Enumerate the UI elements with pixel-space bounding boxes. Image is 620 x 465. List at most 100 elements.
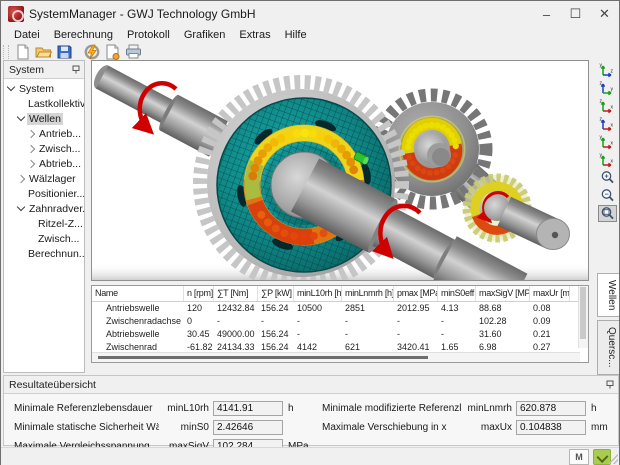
view-top-icon[interactable]: yx xyxy=(598,151,617,168)
column-header-5[interactable]: minLnmrh [h] xyxy=(342,286,394,301)
table-body: Antriebswelle12012432.84156.241050028512… xyxy=(92,302,588,354)
tree-item-wellen[interactable]: Wellen xyxy=(4,111,84,126)
menu-hilfe[interactable]: Hilfe xyxy=(278,29,314,41)
view-back-icon[interactable]: zx xyxy=(598,97,617,114)
tree-item-label: Lastkollektiv xyxy=(26,98,84,110)
table-vertical-scrollbar[interactable] xyxy=(578,286,588,348)
results-panel: Resultateübersicht Minimale Referenzlebe… xyxy=(3,375,619,446)
menu-protokoll[interactable]: Protokoll xyxy=(120,29,177,41)
table-row[interactable]: Antriebswelle12012432.84156.241050028512… xyxy=(92,302,588,315)
material-button[interactable]: M xyxy=(569,449,589,465)
result-label: Minimale Referenzlebensdauer xyxy=(14,403,159,414)
column-header-8[interactable]: maxSigV [MPa] xyxy=(476,286,530,301)
menu-datei[interactable]: Datei xyxy=(7,29,47,41)
result-value-field[interactable]: 2.42646 xyxy=(213,420,283,435)
expander-icon[interactable] xyxy=(27,159,35,167)
tree-item-ritzel-z-[interactable]: Ritzel-Z... xyxy=(4,216,84,231)
result-value-field[interactable]: 620.878 xyxy=(516,401,586,416)
minimize-button[interactable]: – xyxy=(532,1,561,27)
expander-icon[interactable] xyxy=(17,113,25,121)
view-left-icon[interactable]: zx xyxy=(598,115,617,132)
column-header-0[interactable]: Name xyxy=(92,286,184,301)
expander-spacer xyxy=(28,236,33,241)
viewport-tab-quersc[interactable]: Quersc... xyxy=(597,320,619,375)
zoom-in-icon[interactable]: + xyxy=(598,169,617,186)
table-cell: - xyxy=(394,315,438,328)
table-cell: Abtriebswelle xyxy=(92,328,184,341)
menu-grafiken[interactable]: Grafiken xyxy=(177,29,233,41)
table-cell: Antriebswelle xyxy=(92,302,184,315)
tree-item-antrieb-[interactable]: Antrieb... xyxy=(4,126,84,141)
expander-icon[interactable] xyxy=(17,203,25,211)
result-symbol: minLnmrh xyxy=(462,403,512,414)
report-icon[interactable] xyxy=(102,43,123,60)
tree-item-abtrieb-[interactable]: Abtrieb... xyxy=(4,156,84,171)
table-row[interactable]: Abtriebswelle30.4549000.00156.24----31.6… xyxy=(92,328,588,341)
column-header-1[interactable]: n [rpm] xyxy=(184,286,214,301)
column-header-9[interactable]: maxUr [mm] xyxy=(530,286,570,301)
new-file-icon[interactable] xyxy=(12,43,33,60)
tree-item-zwisch-[interactable]: Zwisch... xyxy=(4,231,84,246)
tree-item-label: Positionier... xyxy=(26,188,84,200)
zoom-window-icon[interactable] xyxy=(598,205,617,222)
zoom-out-icon[interactable]: − xyxy=(598,187,617,204)
pin-icon[interactable] xyxy=(606,380,615,389)
tree-item-zwisch-[interactable]: Zwisch... xyxy=(4,141,84,156)
open-file-icon[interactable] xyxy=(33,43,54,60)
result-value-field[interactable]: 0.104838 xyxy=(516,420,586,435)
result-field-minl10rh: Minimale ReferenzlebensdauerminL10rh4141… xyxy=(14,399,314,418)
3d-viewport[interactable] xyxy=(91,60,589,281)
pin-icon[interactable] xyxy=(72,65,81,74)
expander-icon[interactable] xyxy=(27,144,35,152)
save-icon[interactable] xyxy=(54,43,75,60)
shaft-results-table[interactable]: Namen [rpm]∑T [Nm]∑P [kW]minL10rh [h]min… xyxy=(91,285,589,363)
resize-grip-icon[interactable] xyxy=(608,454,618,464)
column-header-6[interactable]: pmax [MPa] xyxy=(394,286,438,301)
table-cell: 102.28 xyxy=(476,315,530,328)
maximize-button[interactable]: ☐ xyxy=(561,1,590,27)
expander-icon[interactable] xyxy=(27,129,35,137)
tree-item-positionier-[interactable]: Positionier... xyxy=(4,186,84,201)
tree-item-lastkollektiv[interactable]: Lastkollektiv xyxy=(4,96,84,111)
result-value-field[interactable]: 4141.91 xyxy=(213,401,283,416)
result-unit: mm xyxy=(591,422,617,433)
title-bar[interactable]: SystemManager - GWJ Technology GmbH – ☐ … xyxy=(1,1,619,27)
3d-gear-scene[interactable] xyxy=(92,61,588,280)
tree-item-label: Zwisch... xyxy=(37,143,82,155)
table-cell: - xyxy=(342,315,394,328)
menu-berechnung[interactable]: Berechnung xyxy=(47,29,120,41)
expander-icon[interactable] xyxy=(7,83,15,91)
column-header-4[interactable]: minL10rh [h] xyxy=(294,286,342,301)
table-row[interactable]: Zwischenradachse0------102.280.09 xyxy=(92,315,588,328)
print-icon[interactable] xyxy=(123,43,144,60)
main-toolbar xyxy=(1,43,619,60)
view-front-icon[interactable]: zy xyxy=(598,79,617,96)
table-cell: 0.21 xyxy=(530,328,570,341)
tree-item-label: Berechnun... xyxy=(26,248,84,260)
status-bar: M xyxy=(1,447,619,465)
menu-extras[interactable]: Extras xyxy=(232,29,277,41)
tree-item-label: Abtrieb... xyxy=(37,158,83,170)
view-iso-icon[interactable]: yz xyxy=(598,61,617,78)
tree-item-label: Antrieb... xyxy=(37,128,83,140)
column-header-3[interactable]: ∑P [kW] xyxy=(258,286,294,301)
system-tree: System LastkollektivWellen Antrieb... Zwisc… xyxy=(4,79,84,261)
column-header-2[interactable]: ∑T [Nm] xyxy=(214,286,258,301)
view-right-icon[interactable]: yx xyxy=(598,133,617,150)
tree-item-zahnradver-[interactable]: Zahnradver... xyxy=(4,201,84,216)
table-cell: Zwischenradachse xyxy=(92,315,184,328)
table-horizontal-scrollbar[interactable] xyxy=(92,352,580,362)
calculate-icon[interactable] xyxy=(81,43,102,60)
tree-item-wälzlager[interactable]: Wälzlager xyxy=(4,171,84,186)
tree-item-berechnun-[interactable]: Berechnun... xyxy=(4,246,84,261)
viewport-tab-wellen[interactable]: Wellen xyxy=(597,273,619,317)
expander-icon[interactable] xyxy=(17,174,25,182)
app-icon xyxy=(8,6,24,22)
table-cell: 12432.84 xyxy=(214,302,258,315)
close-button[interactable]: ✕ xyxy=(590,1,619,27)
toolbar-grip[interactable] xyxy=(3,45,9,59)
result-field-mins0: Minimale statische Sicherheit Wälzlager … xyxy=(14,418,314,437)
table-cell: 31.60 xyxy=(476,328,530,341)
column-header-7[interactable]: minS0eff xyxy=(438,286,476,301)
tree-item-system[interactable]: System xyxy=(4,81,84,96)
